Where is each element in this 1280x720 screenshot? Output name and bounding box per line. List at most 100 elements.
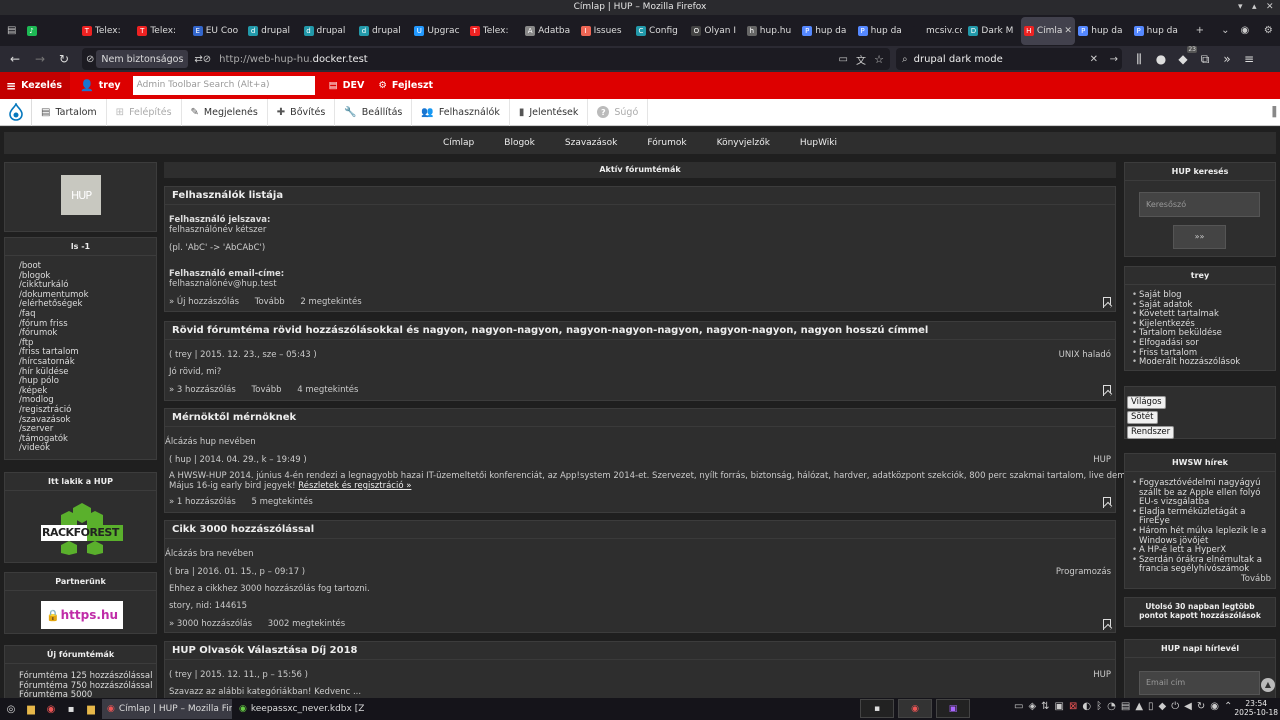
- drupal-logo-icon[interactable]: [0, 98, 32, 126]
- power-icon[interactable]: ⏻: [1171, 701, 1179, 712]
- browser-tab[interactable]: mcsiv.com: [910, 17, 965, 45]
- search-go-icon[interactable]: →: [1110, 54, 1118, 65]
- account-icon[interactable]: ◉: [1237, 23, 1253, 39]
- folder-icon[interactable]: ▆: [82, 700, 100, 718]
- hwsw-more-link[interactable]: Tovább: [1241, 574, 1271, 584]
- new-comment-link[interactable]: » Új hozzászólás: [169, 297, 239, 307]
- browser-tab[interactable]: Phup da: [855, 17, 910, 45]
- dropbox-icon[interactable]: ◈: [1028, 701, 1036, 712]
- browser-tab[interactable]: h hup.hu: [744, 17, 799, 45]
- search-input[interactable]: drupal dark mode: [914, 54, 1003, 65]
- node-category[interactable]: HUP: [1093, 670, 1111, 680]
- browser-tab[interactable]: C Config: [633, 17, 688, 45]
- firefox-launcher-icon[interactable]: ◉: [42, 700, 60, 718]
- node-title[interactable]: Rövid fórumtéma rövid hozzászólásokkal é…: [165, 322, 1115, 340]
- workspace-3[interactable]: ▣: [936, 699, 970, 718]
- list-all-tabs-icon[interactable]: ⌄: [1218, 23, 1234, 39]
- browser-tab[interactable]: d drupal: [301, 17, 356, 45]
- translate-icon[interactable]: 文: [856, 52, 866, 67]
- clear-search-icon[interactable]: ✕: [1090, 54, 1098, 65]
- browser-tab[interactable]: d drupal: [245, 17, 300, 45]
- node-title[interactable]: Mérnöktől mérnöknek: [165, 409, 1115, 427]
- partner-logo[interactable]: 🔒 https.hu: [41, 601, 123, 629]
- lang-icon[interactable]: ◉: [1210, 701, 1219, 712]
- extension-toolbar-icon[interactable]: ⚙: [1261, 23, 1277, 39]
- library-icon[interactable]: ⫼: [1128, 48, 1150, 70]
- sound-icon[interactable]: ◀: [1184, 701, 1192, 712]
- node-category[interactable]: HUP: [1093, 455, 1111, 465]
- tray-app-icon[interactable]: ▭: [1014, 701, 1023, 712]
- browser-tab[interactable]: Phup da: [799, 17, 854, 45]
- terminal-icon[interactable]: ▪: [62, 700, 80, 718]
- admin-search-input[interactable]: Admin Toolbar Search (Alt+a): [132, 76, 315, 95]
- register-link[interactable]: Részletek és regisztráció »: [298, 481, 411, 491]
- updates-icon[interactable]: ↻: [1197, 701, 1205, 712]
- user-menu-item[interactable]: Moderált hozzászólások: [1125, 358, 1275, 368]
- close-tab-icon[interactable]: ✕: [1064, 26, 1072, 36]
- new-tab-icon[interactable]: +: [1192, 23, 1208, 39]
- hwsw-news-item[interactable]: Három hét múlva leplezik le a Windows jö…: [1125, 526, 1275, 546]
- tray-item-sg[interactable]: ? Súgó: [588, 98, 649, 126]
- maximize-icon[interactable]: ▴: [1252, 0, 1257, 15]
- bookmark-icon[interactable]: [1103, 297, 1111, 308]
- scroll-up-icon[interactable]: ▲: [1261, 678, 1275, 692]
- bookmark-icon[interactable]: [1103, 619, 1111, 630]
- devel-button[interactable]: ⚙ Fejleszt: [378, 80, 433, 91]
- close-window-icon[interactable]: ✕: [1266, 0, 1274, 15]
- browser-tab[interactable]: Phup da: [1075, 17, 1130, 45]
- clipboard-icon[interactable]: ▤: [1121, 701, 1130, 712]
- node-title[interactable]: Felhasználók listája: [165, 187, 1115, 205]
- clock[interactable]: 23:54 2025-10-18: [1234, 699, 1278, 717]
- comments-link[interactable]: » 1 hozzászólás: [169, 497, 236, 507]
- files-icon[interactable]: ▆: [22, 700, 40, 718]
- network-icon[interactable]: ⇅: [1041, 701, 1049, 712]
- firefox-view-icon[interactable]: ▤: [4, 23, 20, 39]
- site-nav-link[interactable]: Blogok: [504, 138, 535, 148]
- extension-icon[interactable]: ●: [1150, 48, 1172, 70]
- browser-tab[interactable]: H Címla ✕: [1020, 16, 1076, 45]
- back-icon[interactable]: ←: [4, 48, 26, 70]
- hwsw-news-item[interactable]: Eladja terméküzletágát a FireEye: [1125, 507, 1275, 527]
- site-nav-link[interactable]: Címlap: [443, 138, 474, 148]
- browser-tab[interactable]: I Issues: [578, 17, 633, 45]
- browser-tab[interactable]: ♪: [24, 17, 79, 45]
- url-bar[interactable]: ⊘ Nem biztonságos ⇄⊘ http://web-hup-hu.d…: [82, 48, 890, 70]
- site-nav-link[interactable]: HupWiki: [800, 138, 837, 148]
- read-more-link[interactable]: Tovább: [255, 297, 285, 307]
- node-category[interactable]: Programozás: [1056, 567, 1111, 577]
- site-nav-link[interactable]: Szavazások: [565, 138, 617, 148]
- browser-tab[interactable]: T Telex:: [79, 17, 134, 45]
- forward-icon[interactable]: →: [29, 48, 51, 70]
- new-topic-item[interactable]: Fórumtéma 5000 hozzászólással: [5, 690, 156, 698]
- ls-menu-item[interactable]: /videók: [5, 444, 156, 454]
- browser-tab[interactable]: d drupal: [356, 17, 411, 45]
- hwsw-news-item[interactable]: Fogyasztóvédelmi nagyágyú szállt be az A…: [1125, 478, 1275, 508]
- browser-tab[interactable]: D Dark M: [965, 17, 1020, 45]
- browser-tab[interactable]: T Telex:: [467, 17, 522, 45]
- site-nav-link[interactable]: Könyvjelzők: [717, 138, 770, 148]
- reload-icon[interactable]: ↻: [53, 48, 75, 70]
- reader-mode-icon[interactable]: ▭: [839, 54, 848, 65]
- start-menu-icon[interactable]: ◎: [2, 700, 20, 718]
- tray-item-megjelens[interactable]: ✎ Megjelenés: [182, 98, 268, 126]
- read-more-link[interactable]: Tovább: [252, 385, 282, 395]
- url-text[interactable]: http://web-hup-hu.docker.test: [219, 54, 368, 65]
- search-bar[interactable]: ⌕ drupal dark mode ✕ →: [896, 48, 1122, 70]
- browser-tab[interactable]: E EU Coo: [190, 17, 245, 45]
- tray-orientation-icon[interactable]: ▐: [1269, 107, 1276, 118]
- node-title[interactable]: HUP Olvasók Választása Díj 2018: [165, 642, 1115, 660]
- browser-tab[interactable]: U Upgrac: [411, 17, 466, 45]
- workspace-switcher[interactable]: ▪ ◉ ▣: [860, 699, 970, 718]
- bluetooth-icon[interactable]: ᛒ: [1096, 701, 1102, 712]
- tray-item-jelentsek[interactable]: ▮ Jelentések: [510, 98, 589, 126]
- hwsw-news-item[interactable]: Szerdán órákra elnémultak a francia segé…: [1125, 555, 1275, 575]
- more-tools-icon[interactable]: »: [1216, 48, 1238, 70]
- menu-icon[interactable]: ≡: [1238, 48, 1260, 70]
- browser-tab[interactable]: Phup da: [1131, 17, 1186, 45]
- notifications-icon[interactable]: ◆: [1159, 701, 1167, 712]
- bookmark-icon[interactable]: [1103, 385, 1111, 396]
- vpn-icon[interactable]: ⊠: [1069, 701, 1077, 712]
- browser-tab[interactable]: T Telex:: [134, 17, 189, 45]
- hup-search-button[interactable]: »»: [1173, 225, 1226, 249]
- node-category[interactable]: UNIX haladó: [1059, 350, 1111, 360]
